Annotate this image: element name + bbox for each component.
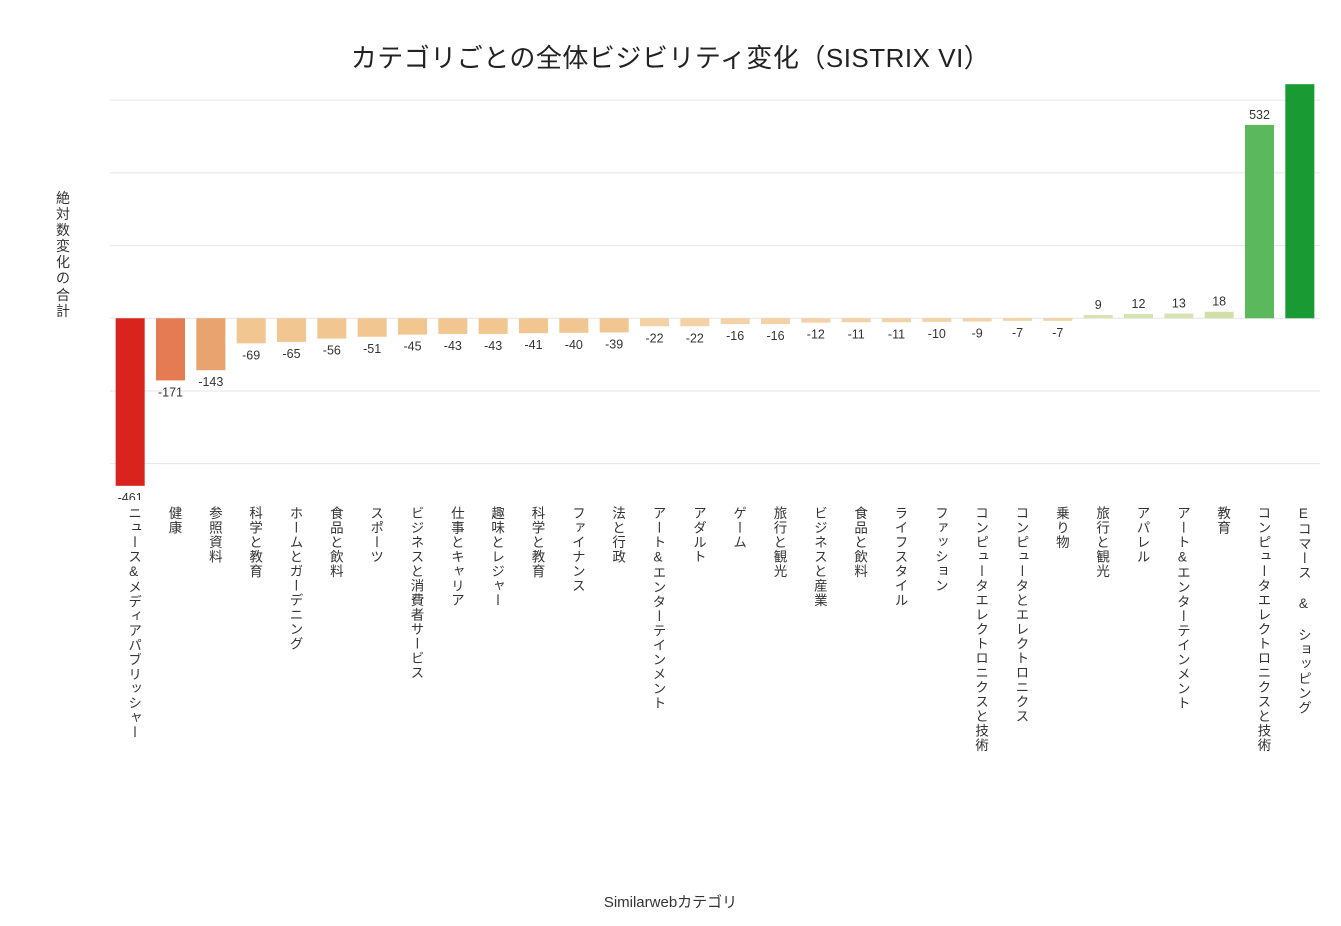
bar xyxy=(116,318,145,486)
x-tick-label: 食品と飲料 xyxy=(849,506,869,579)
bars xyxy=(116,84,1315,486)
x-tick-label: ファイナンス xyxy=(567,506,587,593)
x-tick-label: 教育 xyxy=(1212,506,1232,535)
bar xyxy=(1003,318,1032,321)
data-label: 532 xyxy=(1249,108,1270,122)
bar xyxy=(358,318,387,337)
x-tick-label: 趣味とレジャー xyxy=(486,506,506,608)
gridlines xyxy=(110,100,1320,463)
x-tick-label: アダルト xyxy=(688,506,708,564)
x-tick-label: アート&エンターテインメント xyxy=(1172,506,1192,711)
data-label: -39 xyxy=(605,337,623,351)
bar xyxy=(882,318,911,322)
bar xyxy=(922,318,951,322)
bar xyxy=(1124,314,1153,318)
data-label: -22 xyxy=(686,331,704,345)
data-label: -461 xyxy=(118,491,143,500)
data-label: -11 xyxy=(848,327,865,341)
bar xyxy=(721,318,750,324)
bar xyxy=(1164,314,1193,319)
x-tick-label: ニュース&メディアパブリッシャー xyxy=(123,506,143,740)
x-tick-label: Eコマース & ショッピング xyxy=(1293,506,1313,715)
bar xyxy=(519,318,548,333)
bar xyxy=(559,318,588,333)
data-label: -143 xyxy=(198,375,223,389)
x-tick-label: 仕事とキャリア xyxy=(446,506,466,608)
x-tick-label: ゲーム xyxy=(728,506,748,550)
data-label: -56 xyxy=(323,344,341,358)
data-label: -41 xyxy=(524,338,542,352)
data-label: -16 xyxy=(726,329,744,343)
x-tick-label: ビジネスと消費者サービス xyxy=(406,506,426,680)
x-tick-label: ビジネスと産業 xyxy=(809,506,829,608)
data-label: -11 xyxy=(888,327,905,341)
bar xyxy=(680,318,709,326)
data-label: -12 xyxy=(807,328,825,342)
data-label: -45 xyxy=(403,340,421,354)
x-tick-label: 食品と飲料 xyxy=(325,506,345,579)
bar xyxy=(801,318,830,322)
bar xyxy=(237,318,266,343)
data-label: -69 xyxy=(242,348,260,362)
data-label: 9 xyxy=(1095,298,1102,312)
bar xyxy=(600,318,629,332)
y-axis-label: 絶対数変化の合計 xyxy=(56,190,70,319)
bar xyxy=(640,318,669,326)
data-label: -43 xyxy=(484,339,502,353)
data-label: -16 xyxy=(766,329,784,343)
data-label: -43 xyxy=(444,339,462,353)
bar xyxy=(1205,312,1234,319)
x-tick-label: 旅行と観光 xyxy=(1091,506,1111,579)
x-tick-label: 科学と教育 xyxy=(244,506,264,579)
bar xyxy=(761,318,790,324)
x-tick-label: 旅行と観光 xyxy=(769,506,789,579)
x-tick-label: 参照資料 xyxy=(204,506,224,564)
data-label: 18 xyxy=(1212,295,1226,309)
x-tick-label: 法と行政 xyxy=(607,506,627,564)
bar xyxy=(842,318,871,322)
chart-title: カテゴリごとの全体ビジビリティ変化（SISTRIX VI） xyxy=(10,38,1331,75)
data-label: -40 xyxy=(565,338,583,352)
x-tick-label: ホームとガーデニング xyxy=(285,506,305,651)
bar xyxy=(317,318,346,338)
x-tick-label: 乗り物 xyxy=(1051,506,1071,550)
x-tick-label: ライフスタイル xyxy=(890,506,910,608)
bar xyxy=(1245,125,1274,318)
data-label: -9 xyxy=(972,327,983,341)
data-label: 13 xyxy=(1172,297,1186,311)
x-axis-title: Similarwebカテゴリ xyxy=(0,891,1341,912)
x-tick-label: コンピュータエレクトロニクスと技術 xyxy=(970,506,990,753)
x-tick-label: 科学と教育 xyxy=(527,506,547,579)
data-label: -22 xyxy=(645,331,663,345)
x-tick-label: スポーツ xyxy=(365,506,385,564)
x-tick-label: コンピュータエレクトロニクスと技術 xyxy=(1253,506,1273,753)
bar xyxy=(196,318,225,370)
data-label: -10 xyxy=(928,327,946,341)
bar xyxy=(963,318,992,321)
data-label: -7 xyxy=(1012,326,1023,340)
data-label: -65 xyxy=(282,347,300,361)
bar-plot: -461 -171 -143 -69 -65 -56 -51 -45 -43 -43 -41 -40 -… xyxy=(110,82,1320,500)
bar xyxy=(1084,315,1113,318)
data-label: -7 xyxy=(1052,326,1063,340)
x-tick-label: アート&エンターテインメント xyxy=(648,506,668,711)
bar xyxy=(1043,318,1072,321)
bar xyxy=(1285,84,1314,318)
x-tick-label: ファッション xyxy=(930,506,950,593)
data-label: -171 xyxy=(158,385,183,399)
bar xyxy=(398,318,427,334)
bar xyxy=(156,318,185,380)
x-tick-label: 健康 xyxy=(164,506,184,535)
bar xyxy=(438,318,467,334)
data-label: -51 xyxy=(363,342,381,356)
data-labels: -461 -171 -143 -69 -65 -56 -51 -45 -43 -43 -41 -40 -… xyxy=(118,82,1311,500)
bar xyxy=(277,318,306,342)
x-tick-label: コンピュータとエレクトロニクス xyxy=(1011,506,1031,724)
x-tick-label: アパレル xyxy=(1132,506,1152,564)
bar xyxy=(479,318,508,334)
data-label: 12 xyxy=(1132,297,1146,311)
x-axis-labels: ニュース&メディアパブリッシャー健康参照資料科学と教育ホームとガーデニング食品と… xyxy=(110,506,1320,836)
